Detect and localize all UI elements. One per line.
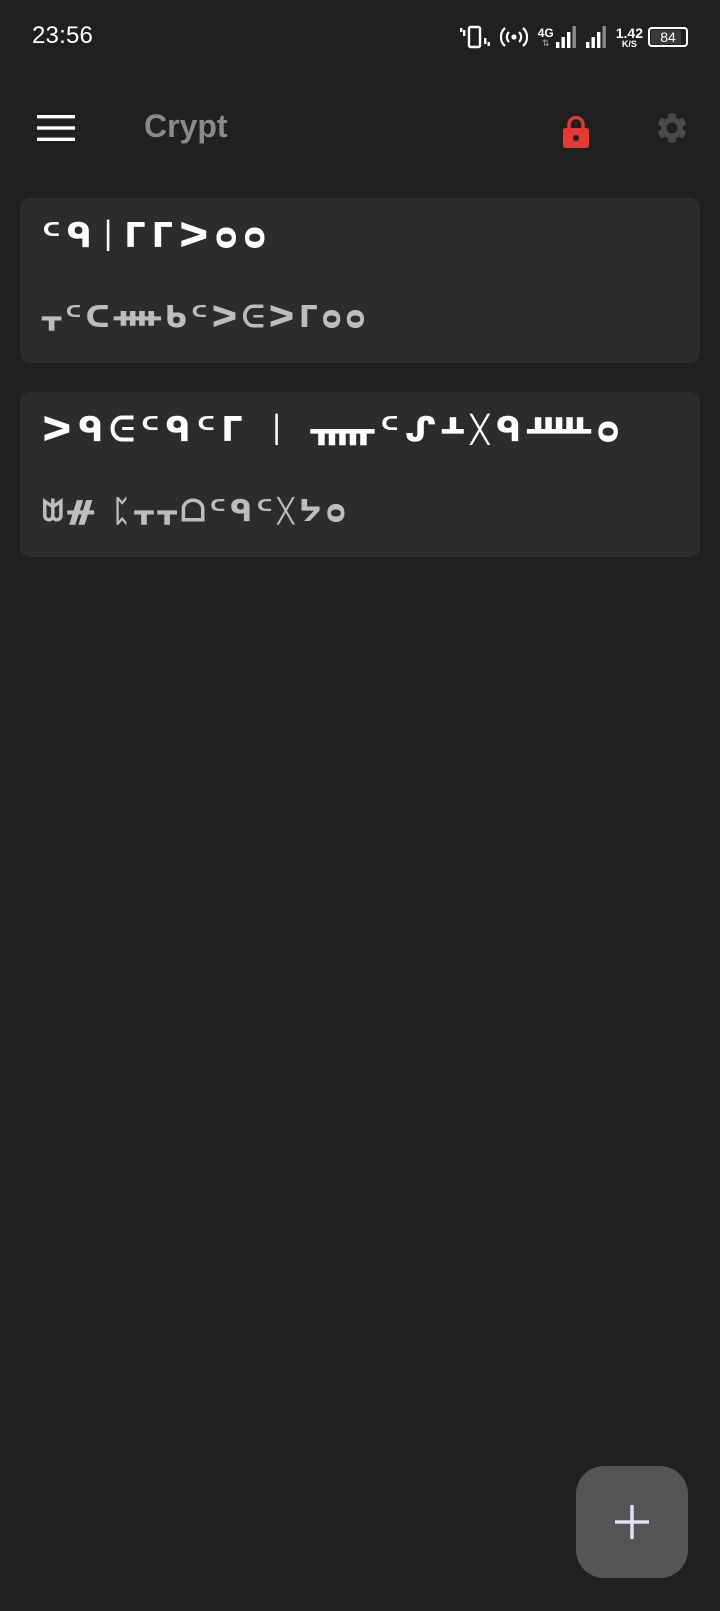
hotspot-icon — [499, 26, 528, 48]
battery-icon: 84 — [648, 27, 688, 47]
net-speed-unit: K/S — [621, 38, 637, 49]
note-title: ᐳᑫᕮᒼᑫᒼᒥ ᛁ ᚅᒼᔑᚆᚷᑫᚊᴑ — [42, 410, 626, 450]
note-preview: ᗻᚌ ᛈᚁᚁᗝᒼᑫᒼᚷᔭᴑ — [42, 494, 350, 529]
signal-4g-icon: 4G ⇅ — [538, 26, 576, 48]
lock-button[interactable] — [548, 104, 604, 160]
battery-level: 84 — [660, 29, 676, 45]
app-title: Crypt — [144, 108, 228, 144]
status-bar: 23:56 4G ⇅ 1.42 K/S 84 — [0, 0, 720, 74]
network-type-label: 4G — [537, 25, 554, 40]
plus-icon — [615, 1505, 649, 1539]
net-speed-value: 1.42 — [615, 24, 643, 41]
note-list: ᒼᑫᛁᒥᒥᐳᴑᴑ ᚁᒼᑕᚓᑲᒼᐳᕮᐳᒥᴑᴑ ᐳᑫᕮᒼᑫᒼᒥ ᛁ ᚅᒼᔑᚆᚷᑫᚊᴑ… — [20, 198, 700, 586]
status-icons: 4G ⇅ 1.42 K/S 84 — [459, 20, 688, 54]
signal-icon — [585, 26, 606, 48]
note-preview: ᚁᒼᑕᚓᑲᒼᐳᕮᐳᒥᴑᴑ — [42, 300, 370, 335]
note-card[interactable]: ᒼᑫᛁᒥᒥᐳᴑᴑ ᚁᒼᑕᚓᑲᒼᐳᕮᐳᒥᴑᴑ — [20, 198, 700, 363]
hamburger-menu-icon — [37, 115, 75, 141]
note-title: ᒼᑫᛁᒥᒥᐳᴑᴑ — [42, 216, 272, 256]
vibrate-icon — [459, 25, 490, 49]
lock-icon — [563, 115, 589, 148]
settings-button[interactable] — [644, 100, 700, 156]
menu-button[interactable] — [28, 100, 84, 156]
gear-icon — [657, 113, 687, 143]
net-speed: 1.42 K/S — [616, 26, 643, 49]
app-bar: Crypt — [0, 86, 720, 170]
battery-indicator: 84 — [648, 27, 688, 47]
add-note-button[interactable] — [576, 1466, 688, 1578]
status-time: 23:56 — [32, 22, 94, 49]
note-card[interactable]: ᐳᑫᕮᒼᑫᒼᒥ ᛁ ᚅᒼᔑᚆᚷᑫᚊᴑ ᗻᚌ ᛈᚁᚁᗝᒼᑫᒼᚷᔭᴑ — [20, 392, 700, 557]
